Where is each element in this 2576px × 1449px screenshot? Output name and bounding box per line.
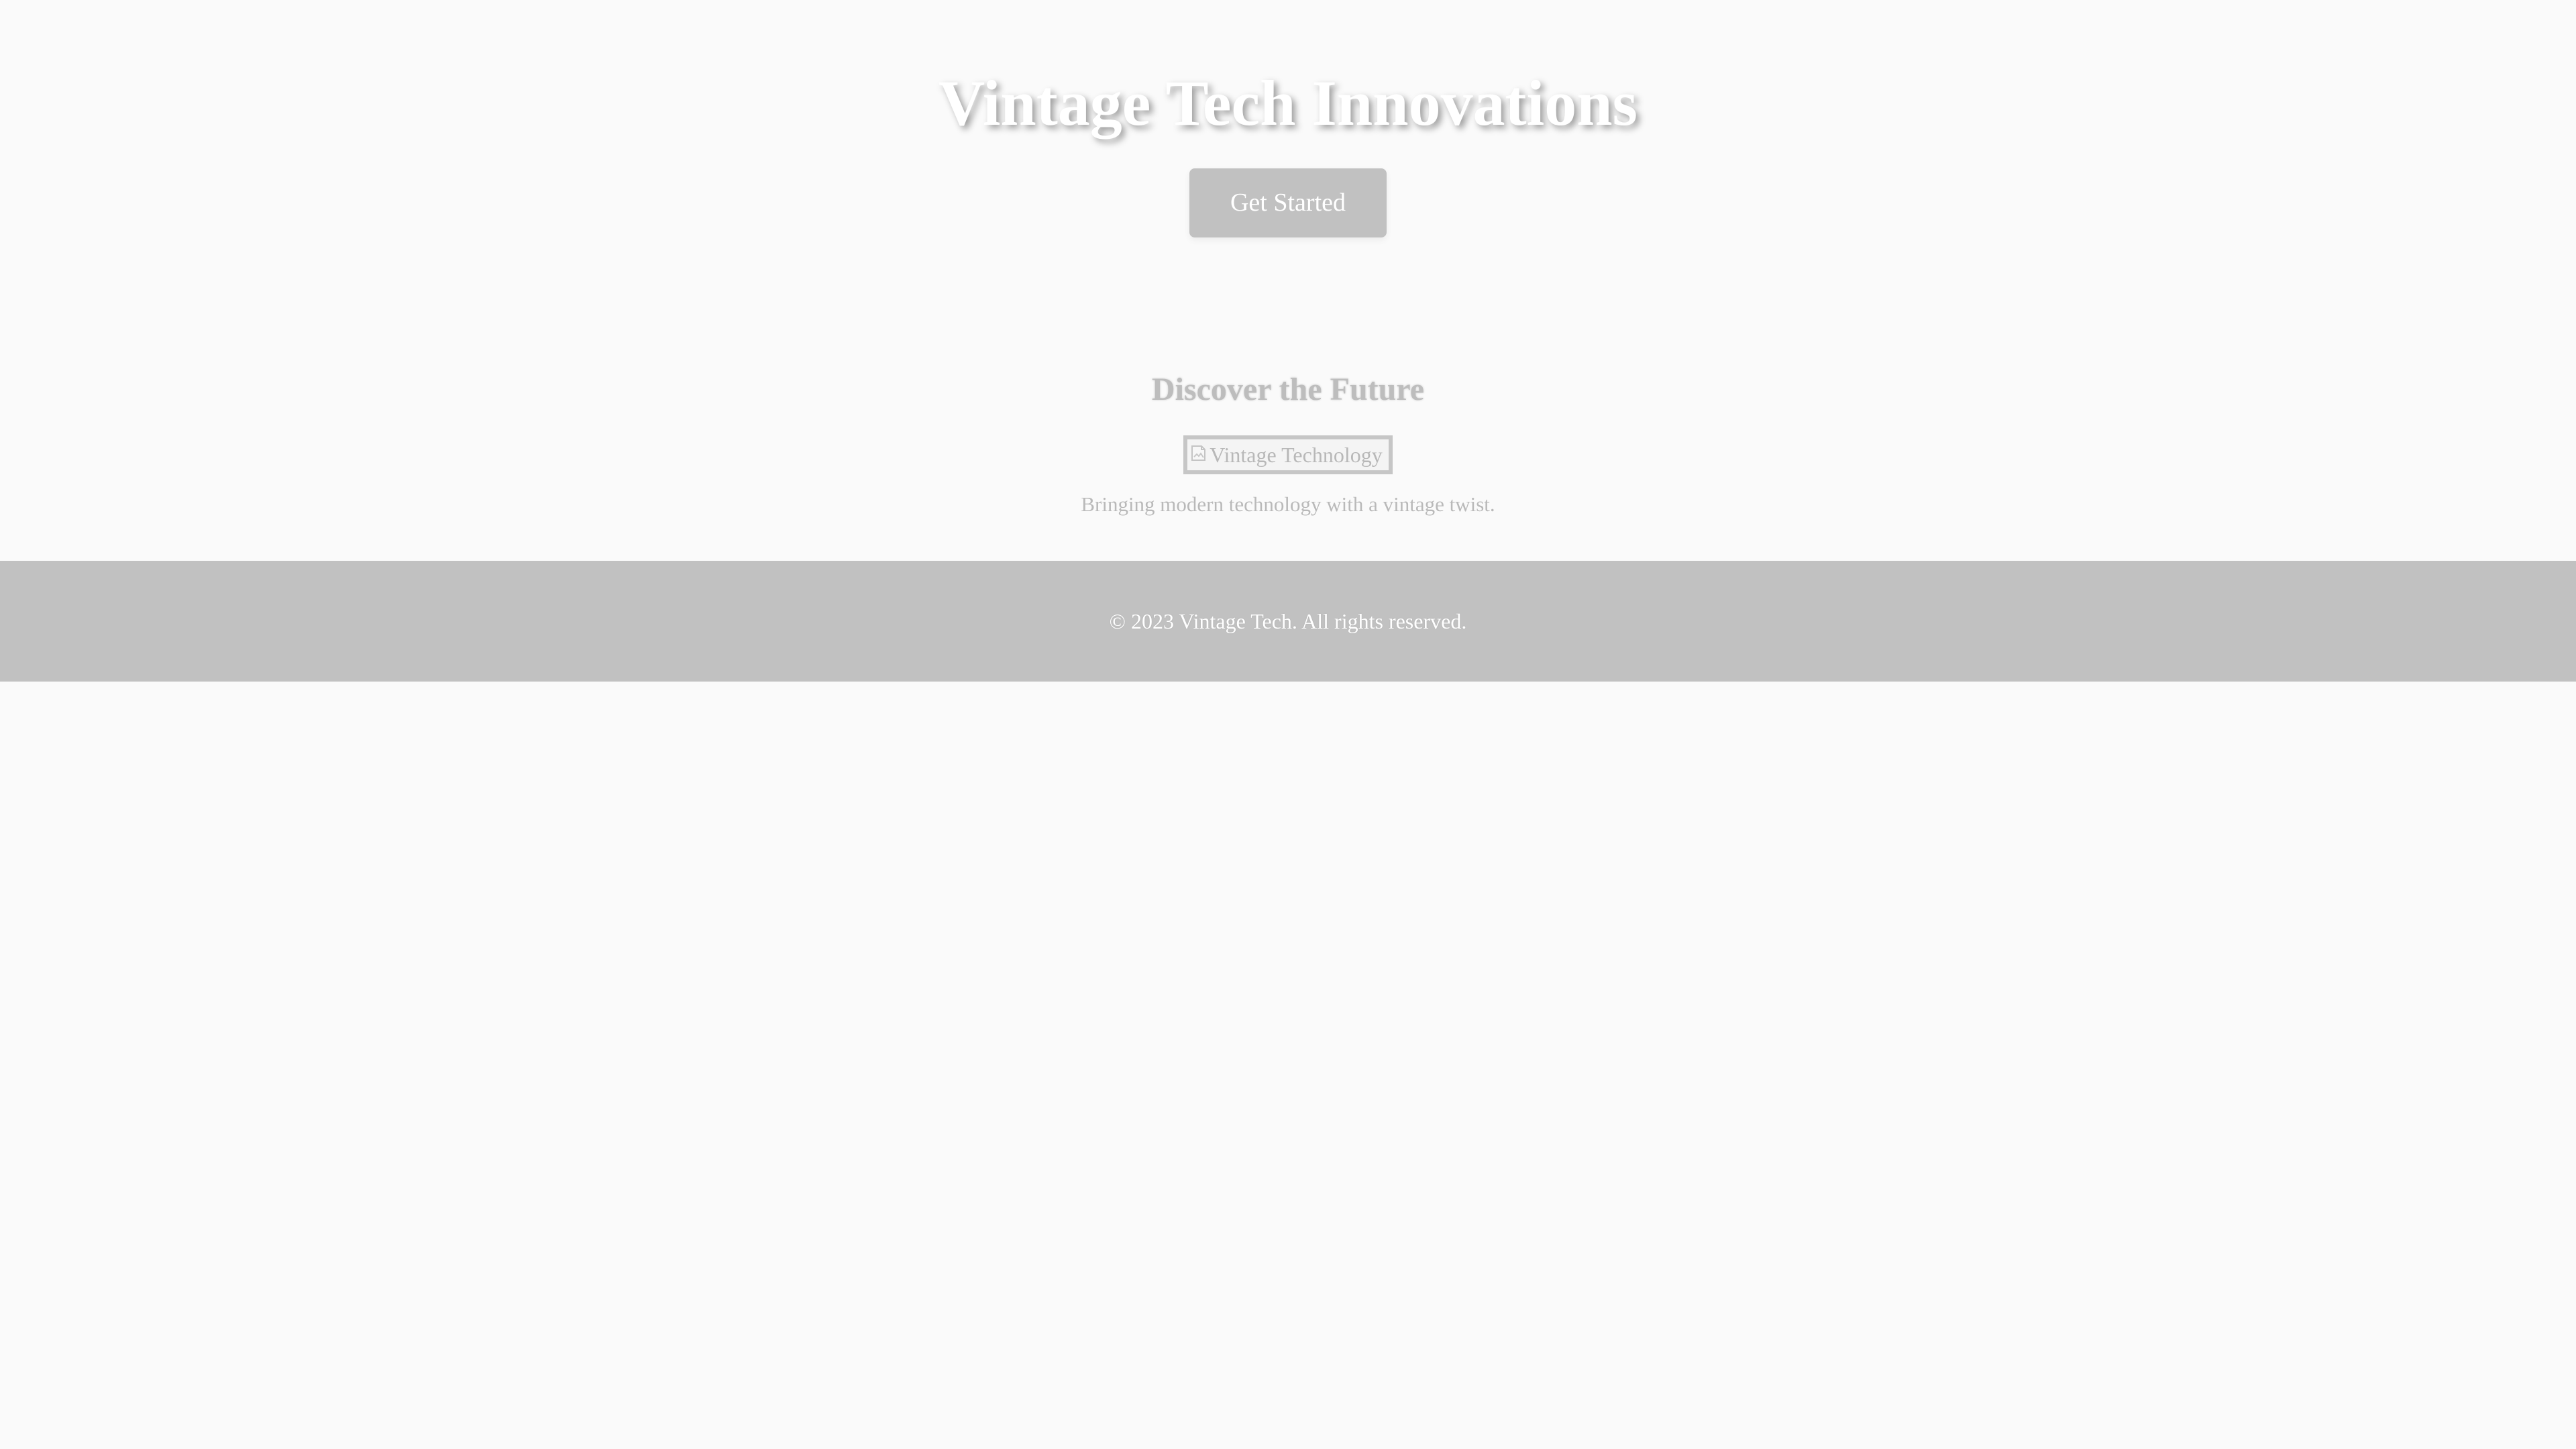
broken-image-placeholder: Vintage Technology <box>1190 442 1386 468</box>
feature-title: Discover the Future <box>1151 372 1425 407</box>
vintage-technology-image: Vintage Technology <box>1183 435 1393 474</box>
footer-copyright: © 2023 Vintage Tech. All rights reserved… <box>1109 609 1467 633</box>
footer: © 2023 Vintage Tech. All rights reserved… <box>0 561 2576 682</box>
feature-section: Discover the Future Vintage Technology B… <box>0 315 2576 561</box>
hero-title: Vintage Tech Innovations <box>938 67 1638 139</box>
landing-page: Vintage Tech Innovations Get Started Dis… <box>0 0 2576 1449</box>
hero-section: Vintage Tech Innovations Get Started <box>0 0 2576 315</box>
get-started-button[interactable]: Get Started <box>1189 168 1387 237</box>
feature-description: Bringing modern technology with a vintag… <box>1081 492 1495 516</box>
broken-image-icon <box>1191 445 1205 461</box>
image-alt-text: Vintage Technology <box>1210 443 1383 467</box>
